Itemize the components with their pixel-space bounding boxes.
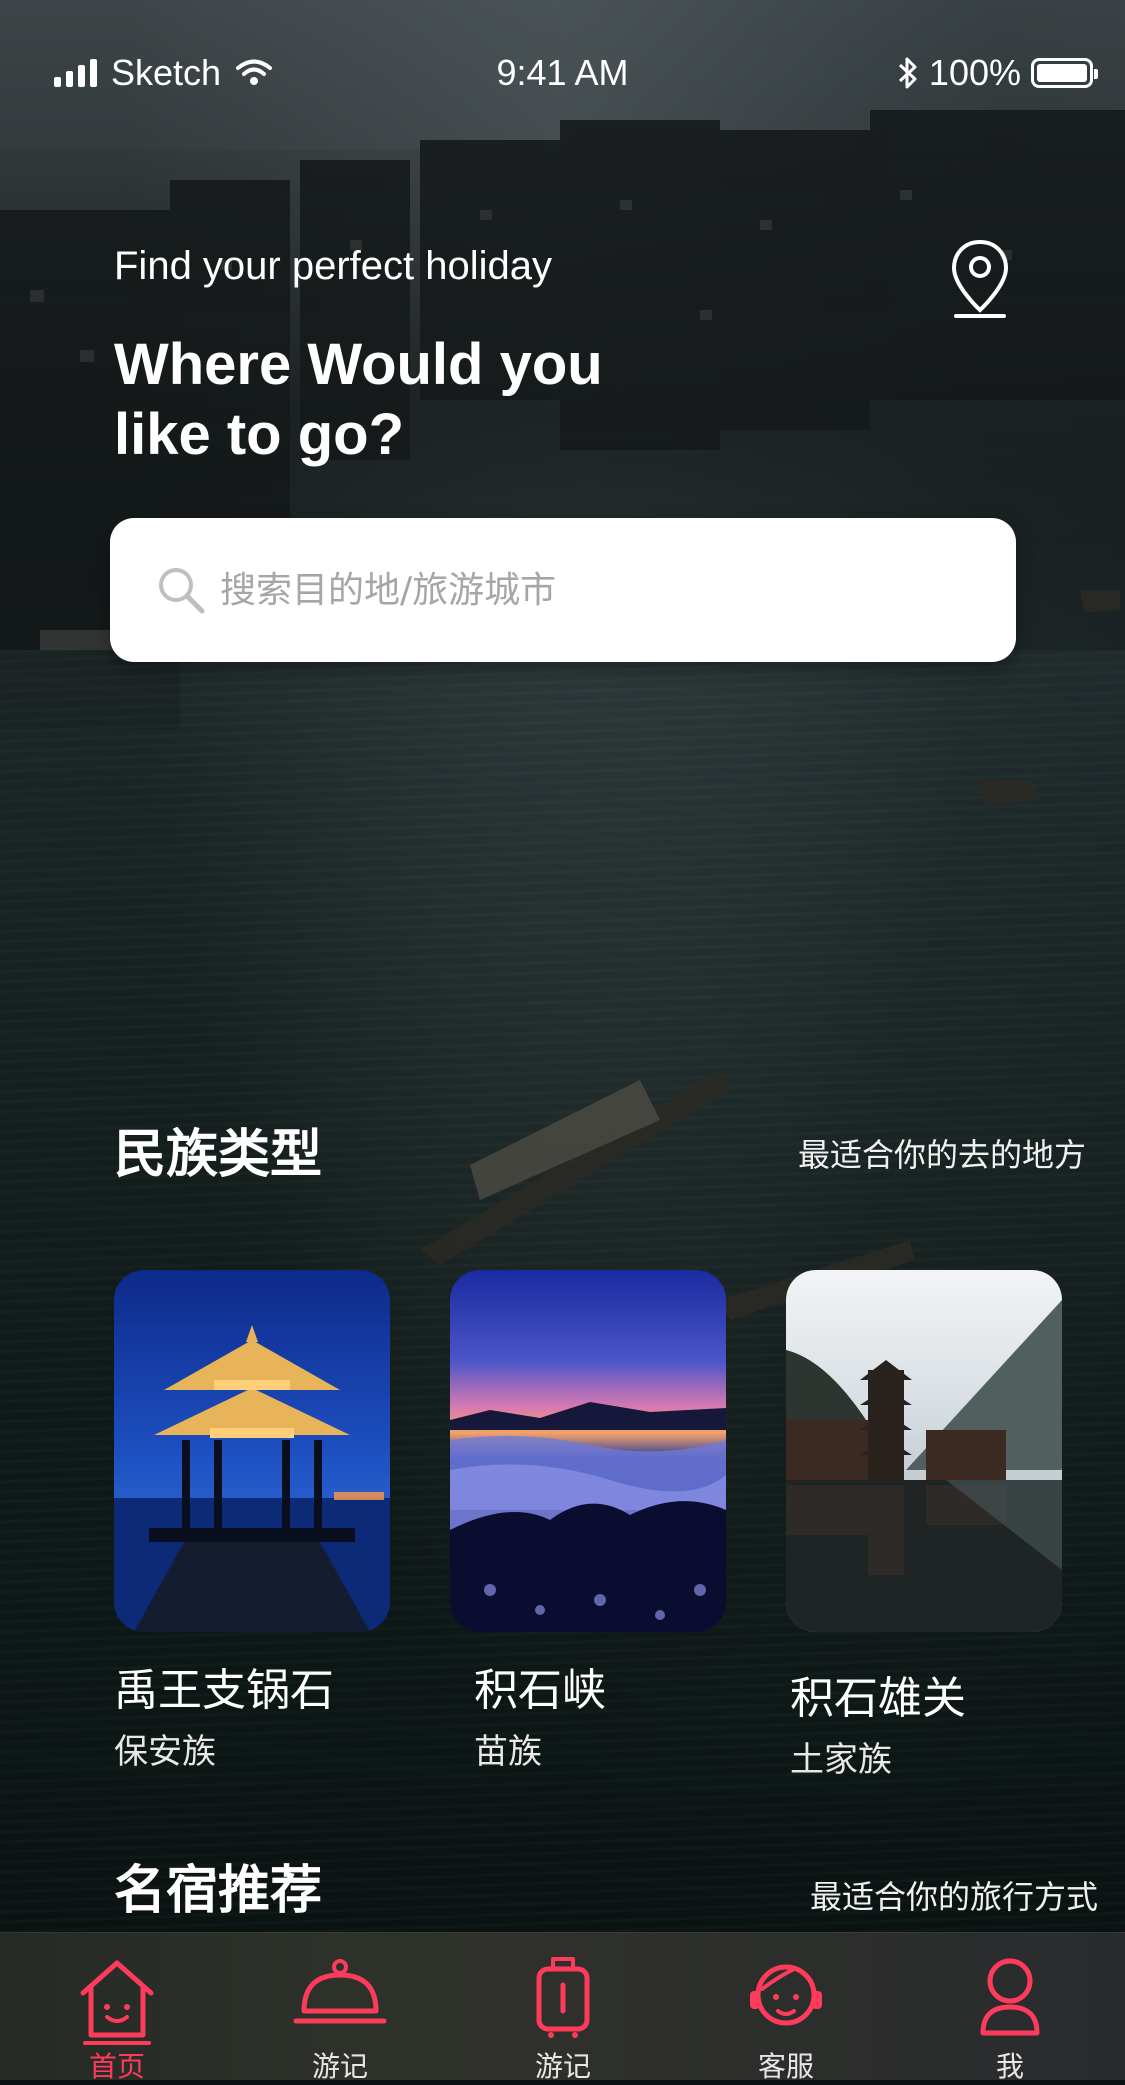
hero-subtitle: Find your perfect holiday xyxy=(114,244,553,288)
tab-label: 我 xyxy=(995,2050,1024,2083)
user-icon xyxy=(980,1958,1040,2036)
tab-label: 客服 xyxy=(757,2050,814,2083)
support-icon xyxy=(750,1964,822,2026)
riverside-pagoda-photo xyxy=(786,1270,1062,1632)
destination-card[interactable]: 积石雄关 土家族 xyxy=(786,1270,1062,1781)
tab-home[interactable]: 首页 xyxy=(37,1933,197,2083)
status-bar: Sketch 9:41 AM 100% xyxy=(0,0,1125,150)
location-pin-icon xyxy=(951,239,1009,318)
battery-icon xyxy=(1031,58,1098,88)
card-name: 积石峡 xyxy=(474,1665,606,1716)
tab-trips[interactable]: 游记 xyxy=(483,1933,643,2083)
hero-title-line2: like to go? xyxy=(114,402,404,467)
card-ethnic: 苗族 xyxy=(474,1732,542,1772)
search-bar[interactable] xyxy=(110,518,1016,662)
section-title-homestay: 名宿推荐 xyxy=(114,1861,323,1921)
card-name: 积石雄关 xyxy=(790,1673,966,1724)
card-image-pagoda xyxy=(786,1270,1062,1632)
tab-label: 首页 xyxy=(88,2050,145,2083)
section-more-ethnic[interactable]: 最适合你的去的地方 xyxy=(700,1130,1086,1176)
sea-of-clouds-photo xyxy=(450,1270,726,1632)
section-more-homestay[interactable]: 最适合你的旅行方式 xyxy=(700,1872,1098,1918)
bluetooth-icon xyxy=(898,57,917,89)
tab-support[interactable]: 客服 xyxy=(706,1933,866,2083)
cloche-icon xyxy=(293,1959,387,2024)
luggage-icon xyxy=(536,1957,590,2038)
destination-card[interactable]: 禹王支锅石 保安族 xyxy=(114,1270,390,1773)
section-title-ethnic: 民族类型 xyxy=(114,1125,323,1185)
bottom-tab-bar: 首页 游记 游记 客服 我 xyxy=(0,1932,1125,2083)
pavilion-night-photo xyxy=(114,1270,390,1632)
card-ethnic: 保安族 xyxy=(114,1732,216,1772)
search-input[interactable] xyxy=(218,568,982,612)
location-button[interactable] xyxy=(948,238,1012,322)
battery-percent: 100% xyxy=(928,52,1021,93)
card-ethnic: 土家族 xyxy=(790,1740,892,1780)
status-right: 100% xyxy=(897,52,1098,94)
card-image-pavilion xyxy=(114,1270,390,1632)
hero-title: Where Would you like to go? xyxy=(114,330,674,470)
tab-travel-notes[interactable]: 游记 xyxy=(260,1933,420,2083)
home-icon xyxy=(80,1960,154,2038)
tab-me[interactable]: 我 xyxy=(930,1933,1090,2083)
card-name: 禹王支锅石 xyxy=(114,1665,334,1716)
tab-label: 游记 xyxy=(311,2050,368,2083)
card-image-clouds xyxy=(450,1270,726,1632)
battery-level xyxy=(1037,64,1087,82)
tab-label: 游记 xyxy=(534,2050,591,2083)
hero-title-line1: Where Would you xyxy=(114,332,603,397)
search-icon xyxy=(159,568,205,614)
destination-card[interactable]: 积石峡 苗族 xyxy=(450,1270,726,1773)
